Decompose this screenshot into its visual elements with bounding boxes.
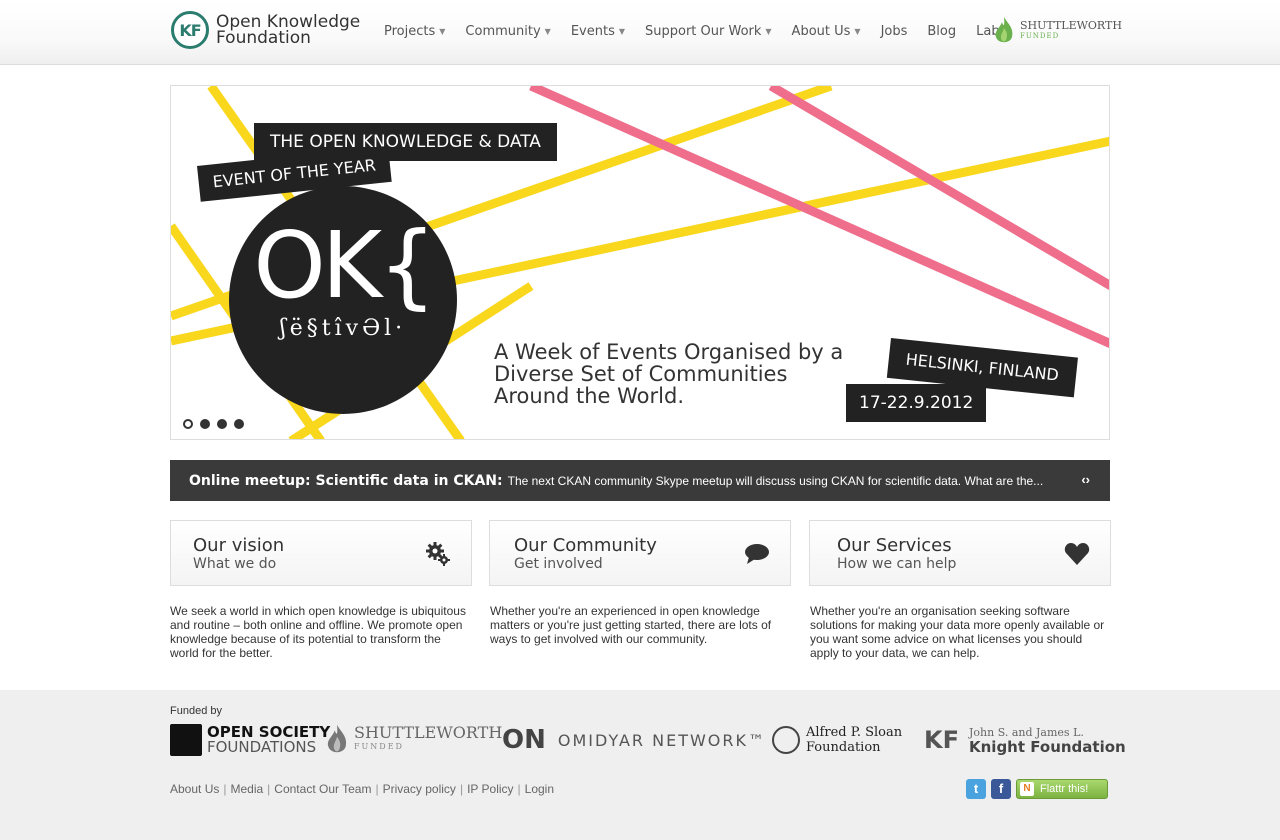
nav-events[interactable]: Events ▼ [571,24,625,39]
slider-dot-3[interactable] [217,419,227,429]
footer-link-contact-our-team[interactable]: Contact Our Team [274,782,371,796]
okf-logo-icon: KF [171,11,209,49]
sloan-line-2: Foundation [806,740,881,755]
funder-open-society[interactable]: OPEN SOCIETY FOUNDATIONS [170,718,330,762]
hero-description: A Week of Events Organised by a Diverse … [494,340,844,408]
knight-logo-icon: KF [924,726,959,754]
gears-icon [426,542,450,566]
footer-separator: | [267,782,271,796]
funder-text: John S. and James L. Knight Foundation [969,726,1126,756]
box-title: Our Community [514,535,657,556]
chevron-down-icon: ▼ [544,27,551,36]
funder-text: Alfred P. Sloan Foundation [806,725,902,755]
okfestival-logo-sub: ʃë§tîvƏl· [279,316,407,341]
flattr-button[interactable]: N Flattr this! [1016,779,1108,799]
funder-text: OPEN SOCIETY FOUNDATIONS [207,725,330,755]
shuttleworth-sub: FUNDED [354,742,404,751]
flattr-icon: N [1020,782,1034,796]
slider-dot-4[interactable] [234,419,244,429]
slider-dot-2[interactable] [200,419,210,429]
hero-slider[interactable]: THE OPEN KNOWLEDGE & DATA EVENT OF THE Y… [170,85,1110,440]
box-title: Our Services [837,535,952,556]
knight-line-2: Knight Foundation [969,738,1126,756]
box-description-community: Whether you're an experienced in open kn… [490,604,772,646]
funder-knight[interactable]: KF John S. and James L. Knight Foundatio… [924,718,1126,762]
nav-label: Support Our Work [645,24,762,39]
nav-projects[interactable]: Projects ▼ [384,24,445,39]
okfestival-logo-main: OK{ [253,212,436,319]
nav-label: Events [570,24,615,39]
logo-text: Open Knowledge Foundation [216,14,360,48]
nav-blog[interactable]: Blog [927,24,956,39]
nav-label: Blog [927,24,957,39]
box-description-vision: We seek a world in which open knowledge … [170,604,466,660]
footer-separator: | [223,782,227,796]
sponsor-text: SHUTTLEWORTH FUNDED [1020,20,1122,41]
flattr-label: Flattr this! [1040,783,1089,795]
box-subtitle: What we do [193,556,277,572]
box-our-community[interactable]: Our Community Get involved [489,520,791,586]
funded-by-label: Funded by [170,705,222,717]
facebook-icon[interactable]: f [991,779,1011,799]
omidyar-logo-icon: ON [502,725,546,755]
nav-jobs[interactable]: Jobs [881,24,908,39]
footer-separator: | [375,782,379,796]
footer-separator: | [459,782,464,796]
nav-community[interactable]: Community ▼ [465,24,550,39]
speech-bubble-icon [745,544,769,564]
site-logo[interactable]: KF Open Knowledge Foundation [171,11,360,49]
heart-icon [1064,543,1090,565]
okfestival-logo: OK{ ʃë§tîvƏl· [229,186,457,414]
footer-link-login[interactable]: Login [525,782,554,796]
box-description-services: Whether you're an organisation seeking s… [810,604,1105,660]
footer-link-privacy-policy[interactable]: Privacy policy [383,782,456,796]
news-ticker[interactable]: Online meetup: Scientific data in CKAN: … [170,460,1110,501]
main-nav: Projects ▼ Community ▼ Events ▼ Support Our… [384,24,1026,39]
box-our-services[interactable]: Our Services How we can help [809,520,1111,586]
nav-label: Community [465,24,541,39]
nav-label: Projects [384,24,436,39]
nav-label: About Us [791,24,851,39]
chevron-down-icon: ▼ [439,27,446,36]
osf-line-2: FOUNDATIONS [207,738,317,756]
footer-separator: | [517,782,521,796]
chevron-down-icon: ▼ [618,27,625,36]
box-subtitle: Get involved [514,556,603,572]
news-title: Online meetup: Scientific data in CKAN: [189,472,503,489]
news-nav-arrows-icon[interactable]: ‹› [1081,472,1090,487]
shuttleworth-funded-logo[interactable]: SHUTTLEWORTH FUNDED [992,16,1122,46]
footer-link-media[interactable]: Media [230,782,263,796]
flame-icon [995,17,1013,43]
box-our-vision[interactable]: Our vision What we do [170,520,472,586]
sloan-seal-icon [772,726,800,754]
funder-sloan[interactable]: Alfred P. Sloan Foundation [772,718,902,762]
news-text: The next CKAN community Skype meetup wil… [507,473,1044,488]
footer-link-ip-policy[interactable]: IP Policy [467,782,513,796]
chevron-down-icon: ▼ [854,27,861,36]
sponsor-sub: FUNDED [1020,32,1060,40]
slider-pagination [183,419,251,429]
box-subtitle: How we can help [837,556,957,572]
flame-icon [327,724,347,753]
box-title: Our vision [193,535,285,556]
funder-text: SHUTTLEWORTH FUNDED [354,725,502,754]
nav-about-us[interactable]: About Us ▼ [792,24,861,39]
chevron-down-icon: ▼ [765,27,772,36]
footer-link-about-us[interactable]: About Us [170,782,219,796]
funder-shuttleworth[interactable]: SHUTTLEWORTH FUNDED [324,718,502,762]
funder-omidyar[interactable]: ON OMIDYAR NETWORK™ [502,718,766,762]
open-society-logo-icon [170,724,202,756]
sloan-line-1: Alfred P. Sloan [806,725,903,740]
nav-label: Jobs [880,24,908,39]
hero-tag-dates: 17-22.9.2012 [846,384,987,422]
site-header: KF Open Knowledge Foundation Projects ▼ C… [0,0,1280,65]
omidyar-name: OMIDYAR NETWORK™ [557,730,766,750]
slider-dot-1[interactable] [183,419,193,429]
twitter-icon[interactable]: t [966,779,986,799]
footer-links: About Us | Media | Contact Our Team | Pr… [170,782,554,796]
nav-support-our-work[interactable]: Support Our Work ▼ [645,24,772,39]
logo-line-2: Foundation [216,28,311,48]
